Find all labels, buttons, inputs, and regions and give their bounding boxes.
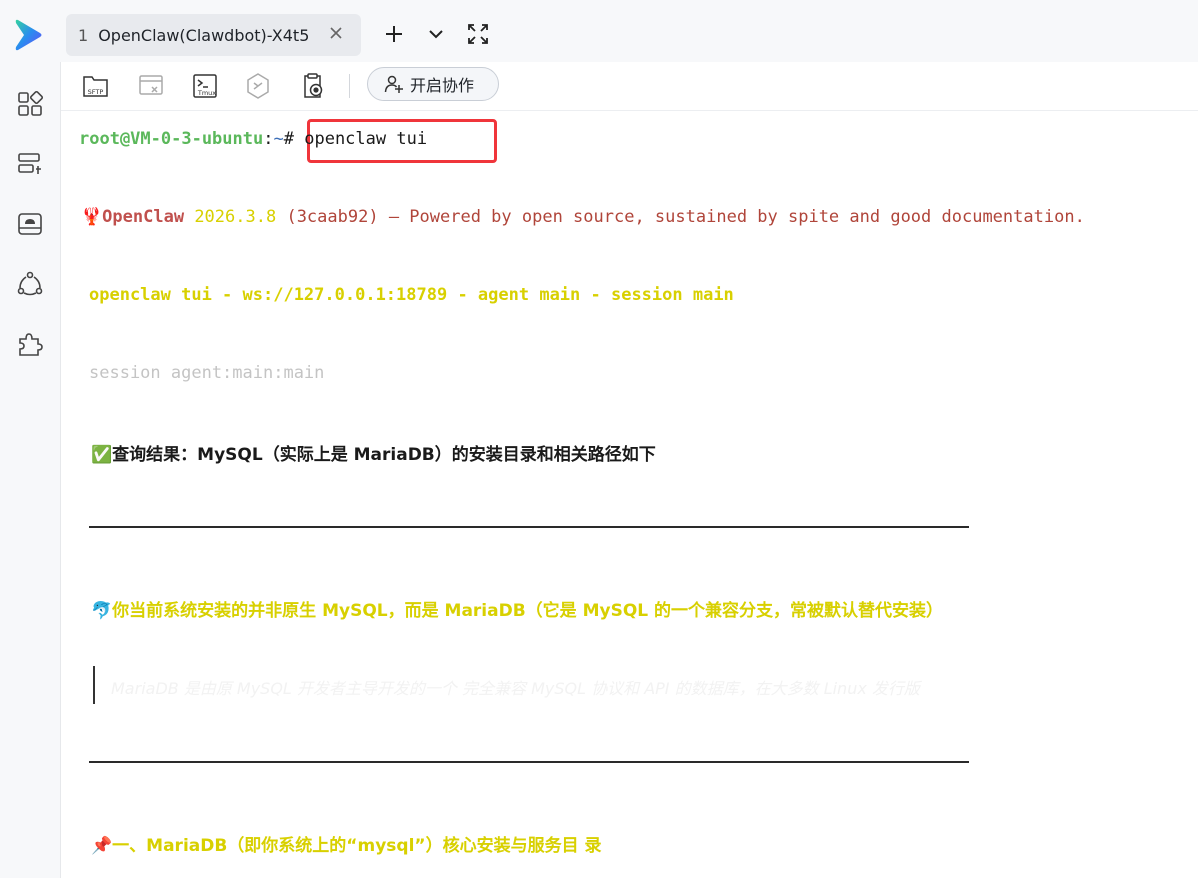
session-tab[interactable]: 1 OpenClaw(Clawdbot)-X4t5	[66, 14, 361, 56]
apps-icon[interactable]	[16, 90, 44, 118]
fullscreen-icon[interactable]	[466, 22, 490, 46]
plugin-icon[interactable]	[16, 330, 44, 358]
sftp-label: SFTP	[88, 88, 104, 96]
section-heading-line: 📌一、MariaDB（即你系统上的“mysql”）核心安装与服务目 录	[91, 831, 602, 856]
close-icon[interactable]	[327, 24, 345, 42]
tmux-label: Tmux	[197, 89, 216, 97]
sidebar	[0, 62, 61, 878]
banner-commit: (3caab92)	[286, 207, 379, 227]
banner-line: 🦞OpenClaw 2026.3.8 (3caab92) — Powered b…	[81, 207, 1085, 227]
app-logo-icon[interactable]	[14, 18, 46, 52]
toolbar: SFTP Tmux 开启协作	[61, 62, 1198, 111]
tab-title: OpenClaw(Clawdbot)-X4t5	[98, 25, 310, 45]
app-window: 1 OpenClaw(Clawdbot)-X4t5 SFTP Tmux 开启协作…	[0, 0, 1198, 878]
note-text: 你当前系统安装的并非原生 MySQL，而是 MariaDB（它是 MySQL 的…	[112, 601, 944, 621]
section-heading: 一、MariaDB（即你系统上的“mysql”）核心安装与服务目 录	[112, 836, 602, 856]
quote-text: MariaDB 是由原 MySQL 开发者主导开发的一个 完全兼容 MySQL …	[111, 679, 920, 698]
prompt-path: ~	[273, 129, 284, 149]
pushpin-emoji: 📌	[91, 836, 113, 856]
tab-index: 1	[78, 25, 89, 45]
banner-name: OpenClaw	[102, 207, 185, 227]
ai-assistant-icon	[247, 73, 269, 99]
lobster-emoji: 🦞	[81, 207, 103, 227]
remote-desktop-icon	[139, 75, 163, 95]
cloud-drive-icon[interactable]	[16, 210, 44, 238]
chevron-down-icon[interactable]	[424, 22, 448, 46]
add-user-icon	[384, 75, 403, 93]
plus-icon[interactable]	[382, 22, 406, 46]
horizontal-rule	[89, 761, 969, 763]
start-collaboration-button[interactable]: 开启协作	[367, 67, 499, 101]
server-list-icon[interactable]	[16, 150, 44, 178]
banner-tagline: — Powered by open source, sustained by s…	[388, 207, 1085, 227]
sftp-icon[interactable]: SFTP	[82, 72, 110, 100]
horizontal-rule	[89, 526, 969, 528]
dolphin-emoji: 🐬	[91, 601, 113, 621]
result-heading: 查询结果：MySQL（实际上是 MariaDB）的安装目录和相关路径如下	[112, 445, 656, 465]
prompt-line: root@VM-0-3-ubuntu:~# openclaw tui	[79, 129, 427, 149]
note-line: 🐬你当前系统安装的并非原生 MySQL，而是 MariaDB（它是 MySQL …	[91, 596, 943, 621]
tmux-icon[interactable]: Tmux	[191, 72, 219, 100]
check-emoji: ✅	[91, 445, 113, 465]
toolbar-divider	[349, 74, 350, 98]
prompt-hash: #	[283, 129, 294, 149]
command-text: openclaw tui	[304, 129, 428, 149]
collab-label: 开启协作	[410, 76, 475, 95]
clipboard-record-icon[interactable]	[299, 72, 327, 100]
terminal-pane[interactable]: root@VM-0-3-ubuntu:~# openclaw tui 🦞Open…	[61, 111, 1198, 878]
result-heading-line: ✅查询结果：MySQL（实际上是 MariaDB）的安装目录和相关路径如下	[91, 440, 656, 465]
prompt-user: root@VM-0-3-ubuntu	[79, 129, 264, 149]
title-bar: 1 OpenClaw(Clawdbot)-X4t5	[0, 0, 1198, 63]
share-network-icon[interactable]	[16, 270, 44, 298]
session-line: session agent:main:main	[89, 363, 325, 383]
prompt-separator: :	[263, 129, 274, 149]
quote-bar	[93, 666, 95, 704]
banner-version: 2026.3.8	[194, 207, 277, 227]
status-line: openclaw tui - ws://127.0.0.1:18789 - ag…	[89, 285, 734, 305]
